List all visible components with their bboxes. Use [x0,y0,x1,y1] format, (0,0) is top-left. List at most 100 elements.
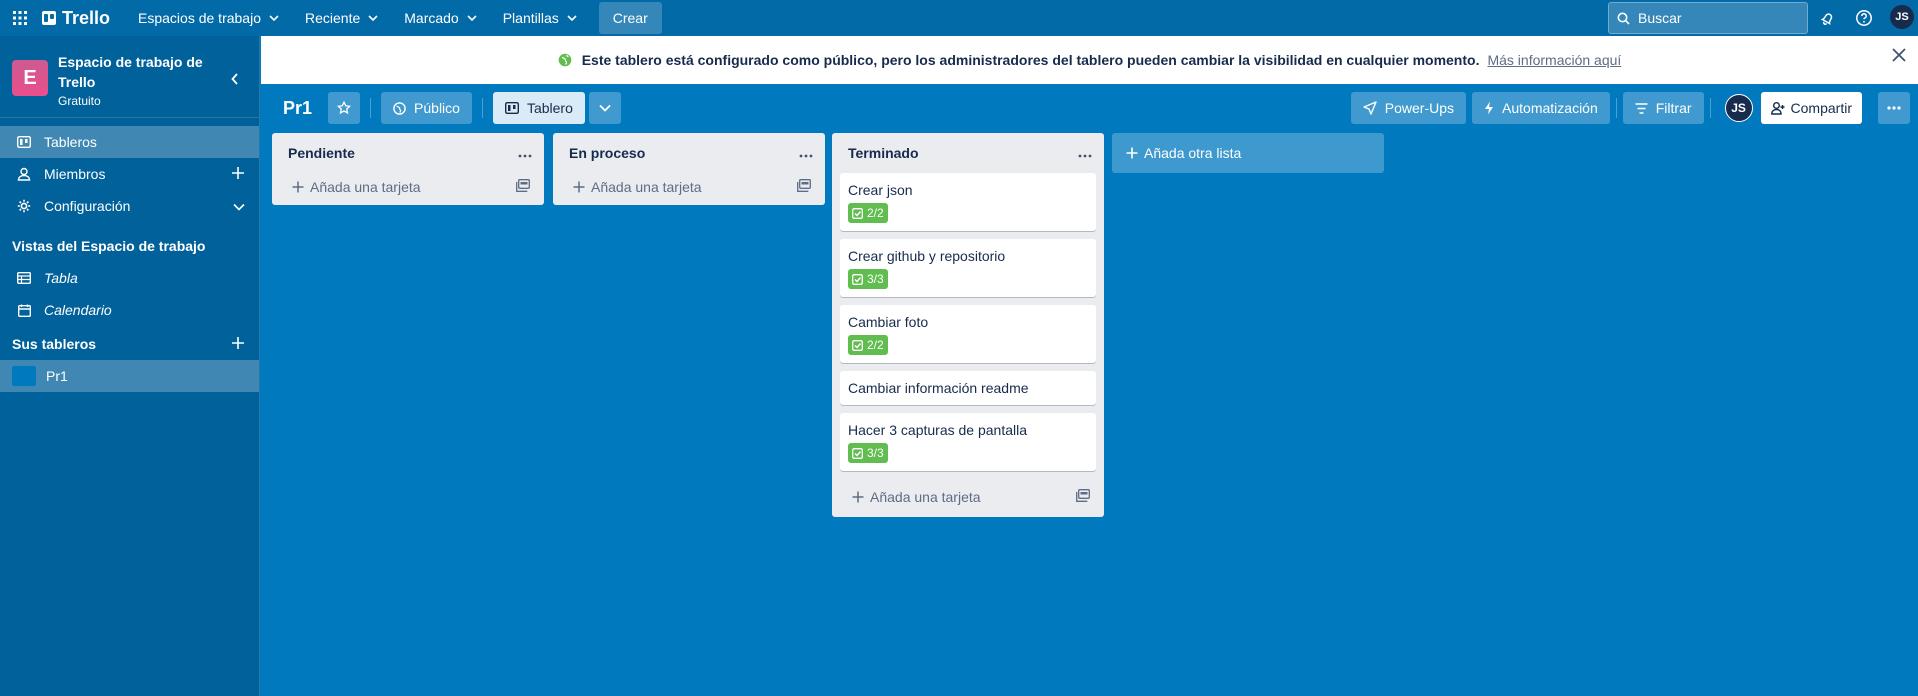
powerups-button[interactable]: Power-Ups [1350,92,1467,124]
workspace-sidebar: E Espacio de trabajo de Trello Gratuito … [0,36,260,696]
board-member-avatar[interactable]: JS [1724,94,1753,122]
close-icon[interactable] [1892,48,1906,65]
app-switcher-icon[interactable] [10,11,30,25]
card[interactable]: Crear github y repositorio 3/3 [840,239,1096,297]
list-pending: Pendiente Añada una tarjeta [272,133,544,205]
search-input[interactable]: Buscar [1608,2,1808,34]
list-menu-icon[interactable] [799,145,813,161]
divider [370,98,372,118]
sidebar-item-members[interactable]: Miembros [0,158,259,190]
divider [481,98,483,118]
filter-icon [1635,102,1648,114]
sidebar-item-table[interactable]: Tabla [0,262,259,294]
checklist-badge: 2/2 [848,203,888,223]
chevron-down-icon[interactable] [233,198,245,214]
filter-label: Filtrar [1655,100,1692,116]
add-board-icon[interactable] [231,336,245,353]
board-title[interactable]: Pr1 [283,98,312,119]
nav-templates[interactable]: Plantillas [493,2,587,34]
more-icon [1887,106,1901,110]
sidebar-board-pr1[interactable]: Pr1 [0,360,259,392]
visibility-banner: Este tablero está configurado como públi… [261,36,1918,84]
list-done: Terminado Crear json 2/2 Crear github y … [832,133,1104,517]
nav-workspaces-label: Espacios de trabajo [138,10,261,26]
workspace-name[interactable]: Espacio de trabajo de Trello [58,52,208,92]
trello-logo[interactable]: Trello [42,8,110,29]
nav-starred[interactable]: Marcado [394,2,486,34]
card-template-icon[interactable] [797,179,811,195]
sidebar-item-label: Miembros [44,166,106,182]
card[interactable]: Cambiar información readme [840,371,1096,405]
nav-recent-label: Reciente [304,10,361,26]
list-menu-icon[interactable] [1078,145,1092,161]
card[interactable]: Cambiar foto 2/2 [840,305,1096,363]
checkbox-icon [852,207,863,219]
add-card-button[interactable]: Añada una tarjeta [272,169,544,205]
card-title: Hacer 3 capturas de pantalla [848,422,1027,438]
nav-workspaces[interactable]: Espacios de trabajo [128,2,289,34]
card-title: Crear json [848,182,913,198]
sidebar-item-label: Configuración [44,198,131,214]
add-card-label: Añada una tarjeta [870,489,981,505]
nav-templates-label: Plantillas [502,10,559,26]
checklist-count: 3/3 [867,446,884,460]
chevron-down-icon [567,15,577,21]
list-menu-icon[interactable] [518,145,532,161]
powerups-label: Power-Ups [1384,100,1455,116]
views-dropdown-button[interactable] [588,92,621,124]
add-card-button[interactable]: Añada una tarjeta [832,479,1104,515]
list-header[interactable]: En proceso [553,133,825,173]
board-icon [504,102,519,114]
board-icon [16,134,32,150]
list-in-progress: En proceso Añada una tarjeta [553,133,825,205]
list-title: Pendiente [288,145,355,161]
workspace-logo: E [12,60,48,96]
table-icon [16,270,32,286]
list-header[interactable]: Pendiente [272,133,544,173]
card-template-icon[interactable] [1076,489,1090,505]
user-avatar[interactable]: JS [1890,5,1914,29]
chevron-down-icon [599,104,611,112]
checkbox-icon [852,447,863,459]
share-button[interactable]: Compartir [1760,92,1862,124]
board-menu-button[interactable] [1878,92,1910,124]
card-title: Cambiar información readme [848,380,1029,396]
help-icon[interactable] [1852,6,1876,30]
board-view-button[interactable]: Tablero [492,92,585,124]
create-button[interactable]: Crear [598,2,662,34]
add-card-label: Añada una tarjeta [591,179,702,195]
checklist-count: 3/3 [867,272,884,286]
checkbox-icon [852,339,863,351]
collapse-sidebar-icon[interactable] [231,72,239,88]
board-thumbnail [12,366,36,386]
sidebar-item-settings[interactable]: Configuración [0,190,259,222]
plus-icon [852,491,864,503]
visibility-button[interactable]: Público [381,92,472,124]
app-name: Trello [62,7,111,28]
learn-more-link[interactable]: Más información aquí [1487,52,1621,68]
sidebar-item-boards[interactable]: Tableros [0,126,259,158]
checklist-count: 2/2 [867,206,884,220]
add-list-button[interactable]: Añada otra lista [1112,133,1384,173]
sidebar-item-label: Calendario [44,302,112,318]
board-header: Pr1 Público Tablero Power-Ups Automatiza… [261,88,1918,128]
lightning-icon [1484,101,1494,115]
automation-button[interactable]: Automatización [1472,92,1610,124]
add-list-label: Añada otra lista [1144,145,1242,161]
add-member-icon[interactable] [231,166,245,183]
chevron-down-icon [467,15,477,21]
filter-button[interactable]: Filtrar [1622,92,1704,124]
checklist-badge: 3/3 [848,443,888,463]
notifications-icon[interactable] [1816,6,1840,30]
star-board-button[interactable] [328,92,361,124]
add-card-button[interactable]: Añada una tarjeta [553,169,825,205]
card[interactable]: Hacer 3 capturas de pantalla 3/3 [840,413,1096,471]
nav-recent[interactable]: Reciente [295,2,388,34]
list-title: En proceso [569,145,646,161]
checklist-badge: 2/2 [848,335,888,355]
plus-icon [292,181,304,193]
card-template-icon[interactable] [516,179,530,195]
card[interactable]: Crear json 2/2 [840,173,1096,231]
list-header[interactable]: Terminado [832,133,1104,173]
sidebar-item-calendar[interactable]: Calendario [0,294,259,326]
